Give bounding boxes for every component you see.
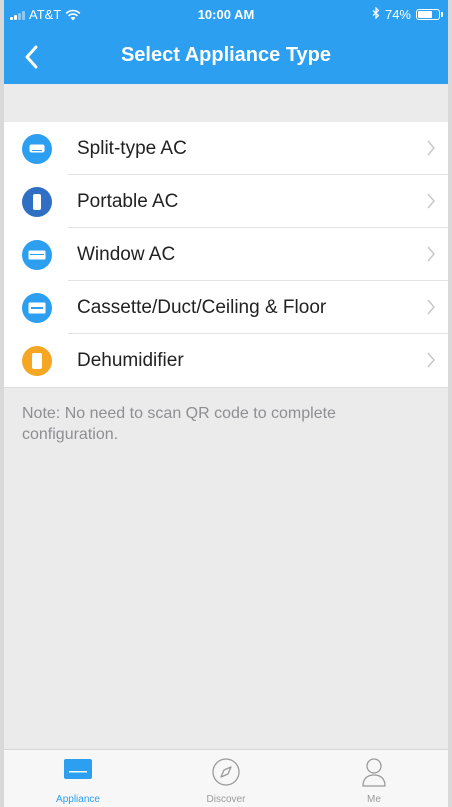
appliance-row-window-ac[interactable]: Window AC <box>4 228 448 281</box>
tab-label: Appliance <box>56 794 100 805</box>
tab-label: Discover <box>206 794 246 805</box>
appliance-row-dehumidifier[interactable]: Dehumidifier <box>4 334 448 387</box>
battery-fill <box>418 11 433 18</box>
tab-bar: Appliance Discover Me <box>4 749 448 807</box>
tab-label: Me <box>367 794 381 805</box>
chevron-right-icon <box>427 246 435 262</box>
page-title: Select Appliance Type <box>120 44 332 66</box>
bluetooth-icon <box>372 6 380 22</box>
tab-me[interactable]: Me <box>300 750 448 807</box>
tab-discover[interactable]: Discover <box>152 750 300 807</box>
appliance-row-cassette-ac[interactable]: Cassette/Duct/Ceiling & Floor <box>4 281 448 334</box>
appliance-label: Portable AC <box>77 191 179 212</box>
compass-icon <box>212 758 240 786</box>
nav-bar: Select Appliance Type <box>4 30 448 84</box>
chevron-right-icon <box>427 299 435 315</box>
appliance-list: Split-type AC Portable AC Window AC Cass… <box>4 122 448 388</box>
person-icon <box>362 758 386 787</box>
split-ac-icon <box>22 134 52 164</box>
appliance-row-portable-ac[interactable]: Portable AC <box>4 175 448 228</box>
list-divider <box>4 387 448 388</box>
portable-ac-icon <box>22 187 52 217</box>
appliance-label: Split-type AC <box>77 138 187 159</box>
chevron-right-icon <box>427 140 435 156</box>
config-note: Note: No need to scan QR code to complet… <box>22 405 336 443</box>
appliance-icon <box>64 759 92 779</box>
appliance-row-split-ac[interactable]: Split-type AC <box>4 122 448 175</box>
battery-icon <box>416 9 443 20</box>
chevron-right-icon <box>427 352 435 368</box>
app-screen: AT&T 10:00 AM 74% Select Appliance Type … <box>4 0 448 807</box>
appliance-label: Cassette/Duct/Ceiling & Floor <box>77 297 327 318</box>
dehumidifier-icon <box>22 346 52 376</box>
cassette-ac-icon <box>22 293 52 323</box>
appliance-label: Dehumidifier <box>77 350 184 371</box>
battery-percent: 74% <box>384 7 411 22</box>
appliance-label: Window AC <box>77 244 176 265</box>
status-bar: AT&T 10:00 AM 74% <box>4 0 448 30</box>
chevron-right-icon <box>427 193 435 209</box>
tab-appliance[interactable]: Appliance <box>4 750 152 807</box>
window-ac-icon <box>22 240 52 270</box>
